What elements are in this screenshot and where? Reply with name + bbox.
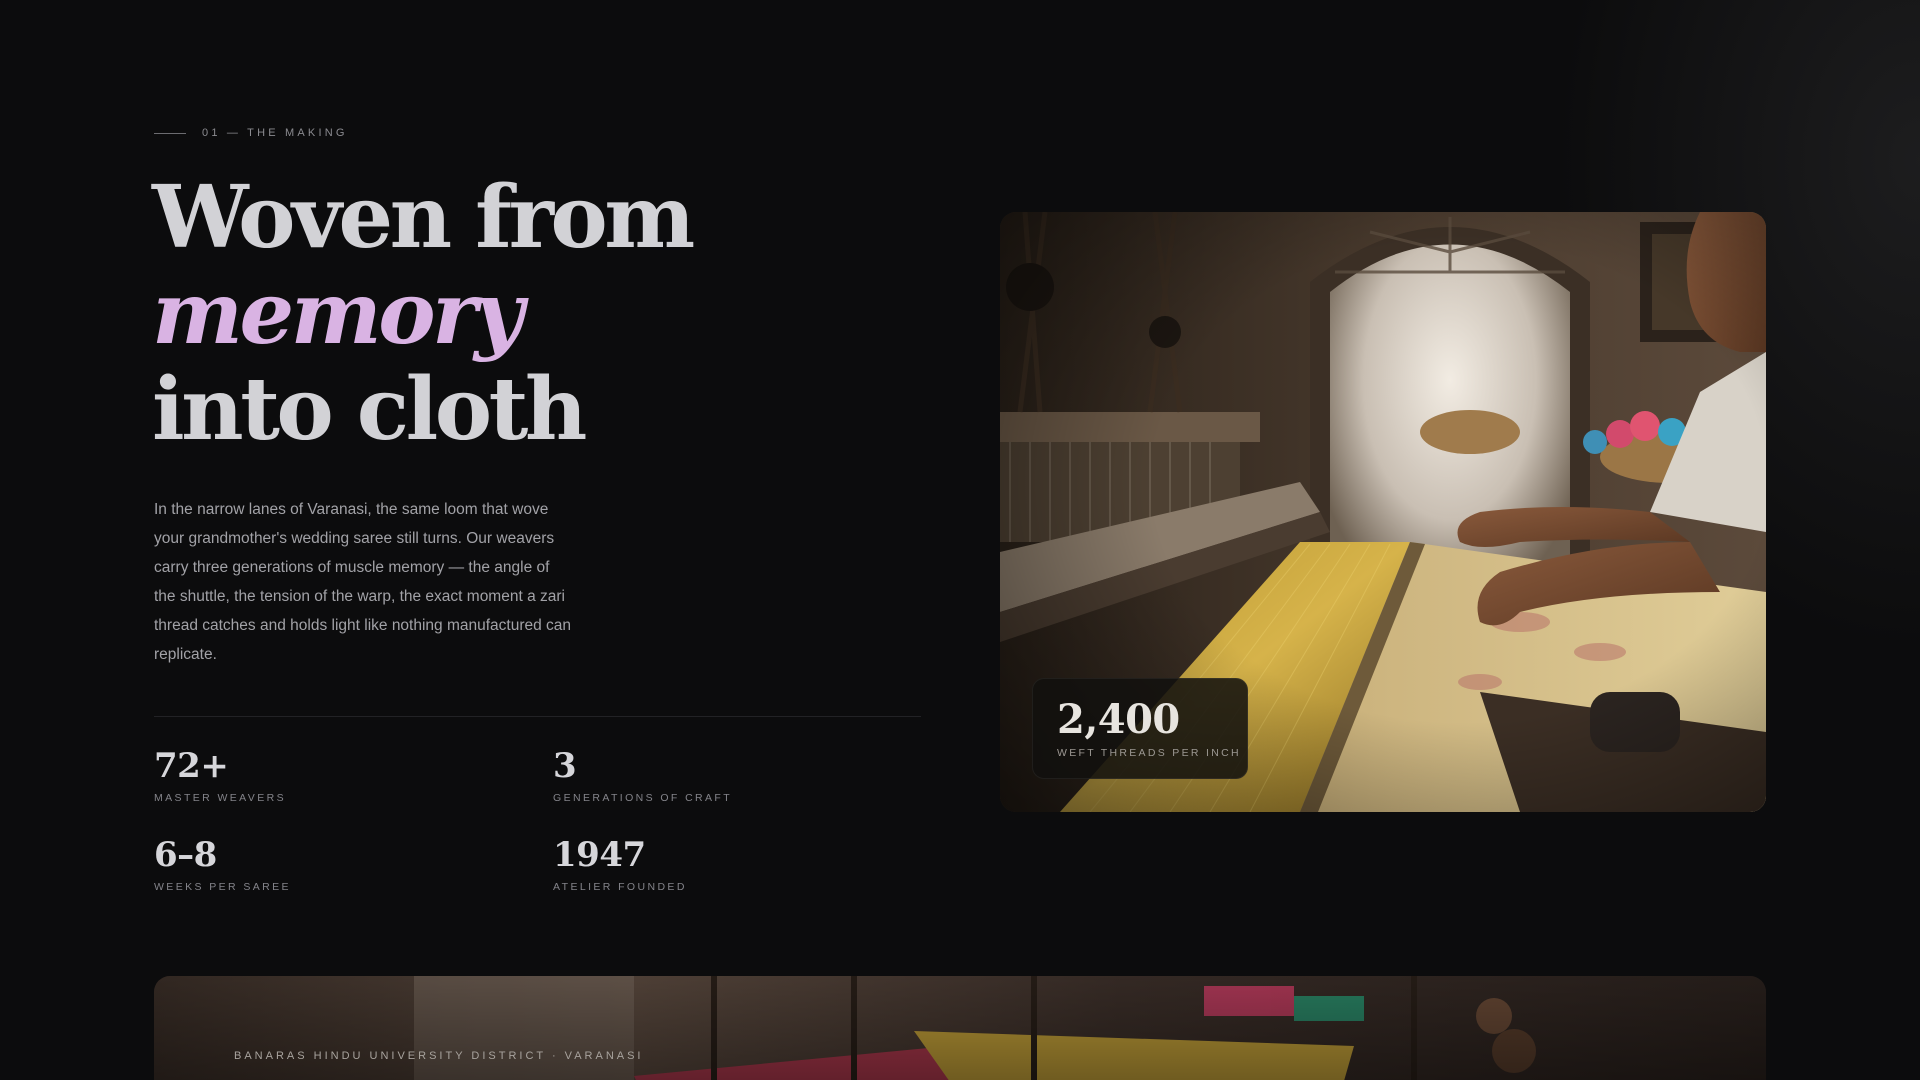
weft-stat-label: WEFT THREADS PER INCH bbox=[1057, 747, 1241, 759]
panorama-caption: BANARAS HINDU UNIVERSITY DISTRICT · VARA… bbox=[234, 1050, 644, 1062]
stat-weeks-per-saree: 6–8 WEEKS PER SAREE bbox=[154, 835, 291, 893]
stat-value: 6–8 bbox=[154, 835, 217, 875]
stat-label: WEEKS PER SAREE bbox=[154, 881, 291, 893]
headline-accent-word: memory bbox=[152, 263, 524, 364]
weft-stat-card: 2,400 WEFT THREADS PER INCH bbox=[1032, 678, 1248, 779]
eyebrow-rule bbox=[154, 132, 186, 134]
intro-paragraph: In the narrow lanes of Varanasi, the sam… bbox=[154, 501, 572, 663]
stat-generations: 3 GENERATIONS OF CRAFT bbox=[553, 746, 732, 804]
stat-master-weavers: 72+ MASTER WEAVERS bbox=[154, 746, 286, 804]
stats-divider bbox=[154, 716, 921, 717]
stat-atelier-founded: 1947 ATELIER FOUNDED bbox=[553, 835, 687, 893]
section-eyebrow: 01 — THE MAKING bbox=[154, 127, 348, 139]
stat-value: 3 bbox=[553, 746, 577, 786]
stat-label: GENERATIONS OF CRAFT bbox=[553, 792, 733, 804]
workshop-illustration bbox=[154, 976, 1766, 1080]
eyebrow-label: 01 — THE MAKING bbox=[202, 127, 348, 139]
stat-label: MASTER WEAVERS bbox=[154, 792, 287, 804]
headline-line-1: Woven from bbox=[152, 167, 695, 268]
weft-stat-value: 2,400 bbox=[1057, 696, 1180, 743]
page-title: Woven from memory into cloth bbox=[152, 167, 695, 460]
workshop-panorama bbox=[154, 976, 1766, 1080]
stat-value: 1947 bbox=[553, 835, 646, 875]
headline-line-3: into cloth bbox=[152, 359, 587, 460]
stat-label: ATELIER FOUNDED bbox=[553, 881, 687, 893]
stat-value: 72+ bbox=[154, 746, 229, 786]
